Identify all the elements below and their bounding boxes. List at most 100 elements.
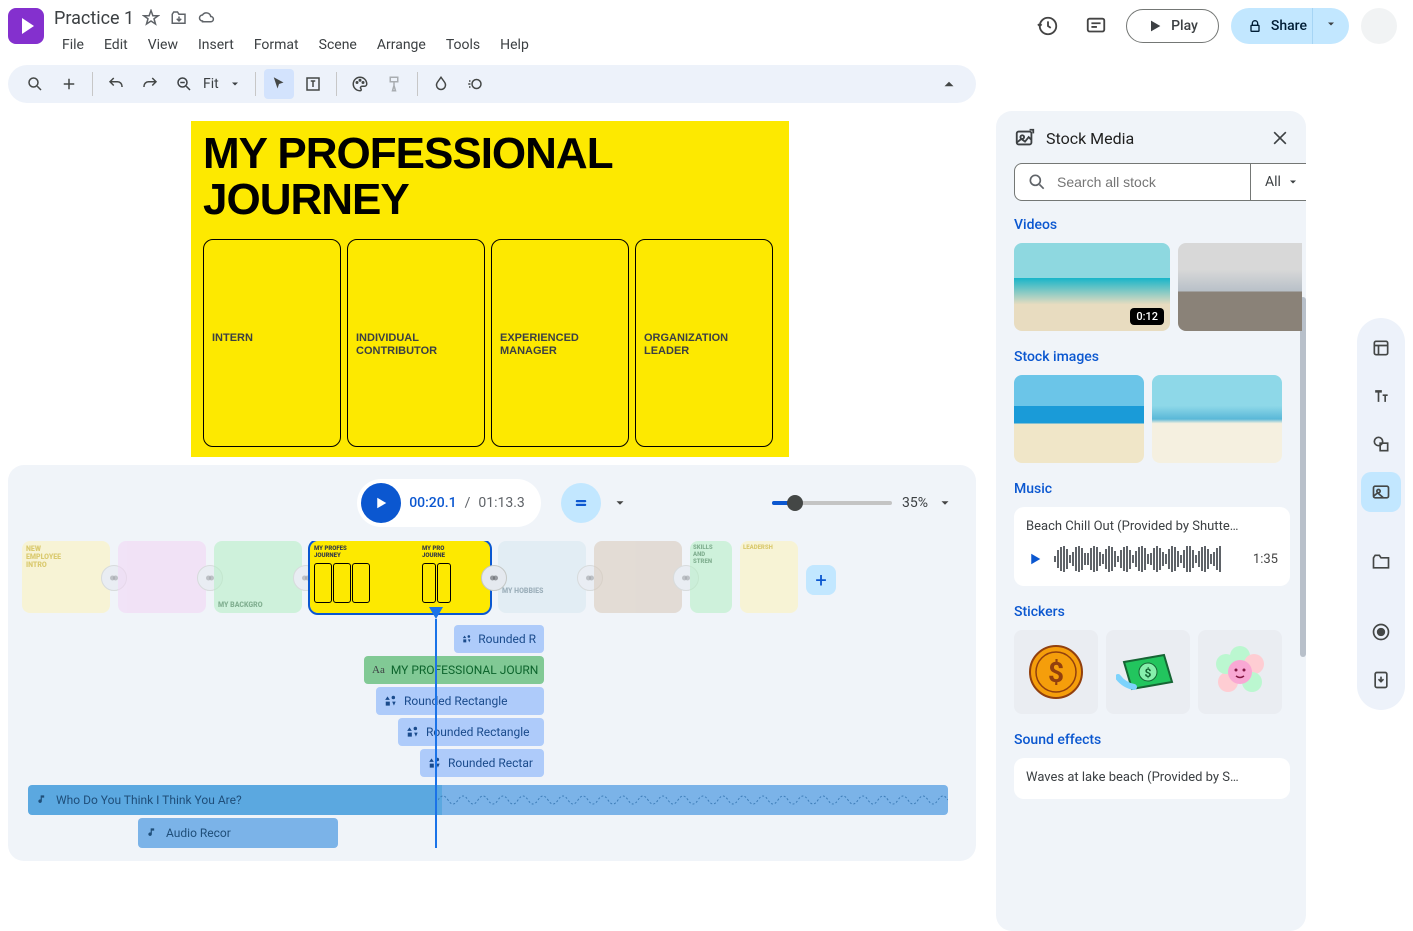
folder-icon[interactable] <box>1361 542 1401 582</box>
slide[interactable]: MY PROFESSIONALJOURNEY INTERN INDIVIDUAL… <box>191 121 789 457</box>
image-thumb[interactable] <box>1152 375 1282 463</box>
video-thumb[interactable] <box>1178 243 1302 331</box>
track-shape[interactable]: Rounded R <box>454 625 544 653</box>
comments-icon[interactable] <box>1078 8 1114 44</box>
menu-format[interactable]: Format <box>246 33 307 57</box>
view-mode-button[interactable] <box>561 483 601 523</box>
scrollbar[interactable] <box>1300 297 1306 657</box>
scene-strip[interactable]: NEWEMPLOYEEINTRO MY BACKGRO MY PROFESJOU… <box>22 541 962 619</box>
add-scene-button[interactable]: + <box>806 565 836 595</box>
add-icon[interactable] <box>54 69 84 99</box>
sticker-thumb[interactable]: $ <box>1014 630 1098 714</box>
zoom-slider[interactable] <box>772 501 892 505</box>
record-icon[interactable] <box>1361 612 1401 652</box>
pointer-icon[interactable] <box>264 69 294 99</box>
chevron-down-icon[interactable] <box>938 496 952 510</box>
track-shape[interactable]: Rounded Rectangle <box>398 718 544 746</box>
menu-view[interactable]: View <box>140 33 186 57</box>
ink-drop-icon[interactable] <box>426 69 456 99</box>
zoom-icon <box>175 75 193 93</box>
music-duration: 1:35 <box>1253 552 1278 567</box>
scene-thumb[interactable] <box>594 541 682 613</box>
track-shape[interactable]: Rounded Rectar <box>420 749 544 777</box>
media-icon[interactable] <box>1361 472 1401 512</box>
waveform <box>1054 544 1243 574</box>
menu-insert[interactable]: Insert <box>190 33 242 57</box>
menu-tools[interactable]: Tools <box>438 33 488 57</box>
undo-icon[interactable] <box>101 69 131 99</box>
search-input[interactable] <box>1057 174 1238 190</box>
slide-card[interactable]: EXPERIENCED MANAGER <box>491 239 629 447</box>
slide-card[interactable]: INDIVIDUAL CONTRIBUTOR <box>347 239 485 447</box>
search-input-wrap[interactable] <box>1014 163 1251 201</box>
menu-help[interactable]: Help <box>492 33 537 57</box>
audio-track[interactable]: Who Do You Think I Think You Are? <box>28 785 948 815</box>
transition-icon[interactable] <box>481 565 507 591</box>
scene-thumb[interactable] <box>118 541 206 613</box>
doc-title[interactable]: Practice 1 <box>54 8 134 29</box>
section-sfx[interactable]: Sound effects <box>1014 732 1302 748</box>
history-icon[interactable] <box>1030 8 1066 44</box>
collapse-icon[interactable] <box>934 69 964 99</box>
text-icon[interactable] <box>1361 376 1401 416</box>
sticker-thumb[interactable]: $ <box>1106 630 1190 714</box>
move-icon[interactable] <box>170 9 190 29</box>
image-thumb[interactable] <box>1014 375 1144 463</box>
audio-track[interactable]: Audio Recor <box>138 818 338 848</box>
sfx-card[interactable]: Waves at lake beach (Provided by S… <box>1014 758 1290 799</box>
export-icon[interactable] <box>1361 660 1401 700</box>
scene-thumb[interactable]: MY HOBBIES <box>498 541 586 613</box>
cloud-icon[interactable] <box>198 9 218 29</box>
scene-thumb-selected[interactable]: MY PROFESJOURNEY MY PROJOURNE <box>310 541 490 613</box>
sticker-thumb[interactable] <box>1198 630 1282 714</box>
menu-file[interactable]: File <box>54 33 92 57</box>
right-rail <box>1357 318 1405 710</box>
close-icon[interactable] <box>1270 128 1290 148</box>
bars-icon <box>572 494 590 512</box>
menu-arrange[interactable]: Arrange <box>369 33 434 57</box>
scene-thumb[interactable]: MY BACKGRO <box>214 541 302 613</box>
section-images[interactable]: Stock images <box>1014 349 1302 365</box>
avatar[interactable] <box>1361 8 1397 44</box>
search-icon[interactable] <box>20 69 50 99</box>
music-title: Beach Chill Out (Provided by Shutte… <box>1026 519 1278 534</box>
motion-icon[interactable] <box>460 69 490 99</box>
section-music[interactable]: Music <box>1014 481 1302 497</box>
music-card[interactable]: Beach Chill Out (Provided by Shutte… 1:3… <box>1014 507 1290 586</box>
star-icon[interactable] <box>142 9 162 29</box>
section-videos[interactable]: Videos <box>1014 217 1302 233</box>
play-button[interactable]: Play <box>1126 9 1219 43</box>
cash-icon: $ <box>1116 647 1180 697</box>
timeline-play-button[interactable] <box>361 483 401 523</box>
redo-icon[interactable] <box>135 69 165 99</box>
textbox-icon[interactable] <box>298 69 328 99</box>
track-shape[interactable]: Rounded Rectangle <box>376 687 544 715</box>
zoom-level[interactable]: Fit <box>203 76 219 92</box>
slide-card[interactable]: ORGANIZATION LEADER <box>635 239 773 447</box>
track-text[interactable]: AaMY PROFESSIONAL JOURN <box>364 656 544 684</box>
slide-title[interactable]: MY PROFESSIONALJOURNEY <box>203 131 613 223</box>
canvas[interactable]: MY PROFESSIONALJOURNEY INTERN INDIVIDUAL… <box>0 111 980 457</box>
menu-scene[interactable]: Scene <box>311 33 365 57</box>
video-thumb[interactable]: 0:12 <box>1014 243 1170 331</box>
share-button[interactable]: Share <box>1231 8 1323 44</box>
scene-thumb[interactable]: NEWEMPLOYEEINTRO <box>22 541 110 613</box>
sfx-title: Waves at lake beach (Provided by S… <box>1026 770 1278 785</box>
palette-icon[interactable] <box>345 69 375 99</box>
music-note-icon <box>146 826 160 840</box>
playhead[interactable] <box>435 619 437 848</box>
scene-thumb[interactable]: LEADERSH <box>740 541 798 613</box>
menu-edit[interactable]: Edit <box>96 33 136 57</box>
share-dropdown[interactable] <box>1312 8 1349 44</box>
shapes-icon[interactable] <box>1361 424 1401 464</box>
format-paint-icon[interactable] <box>379 69 409 99</box>
chevron-down-icon[interactable] <box>613 496 627 510</box>
play-icon[interactable] <box>1026 550 1044 568</box>
chevron-down-icon[interactable] <box>229 78 241 90</box>
section-stickers[interactable]: Stickers <box>1014 604 1302 620</box>
slide-card[interactable]: INTERN <box>203 239 341 447</box>
filter-dropdown[interactable]: All <box>1251 163 1306 201</box>
time-current: 00:20.1 <box>409 495 456 511</box>
scene-thumb[interactable]: SKILLSANDSTREN <box>690 541 732 613</box>
templates-icon[interactable] <box>1361 328 1401 368</box>
